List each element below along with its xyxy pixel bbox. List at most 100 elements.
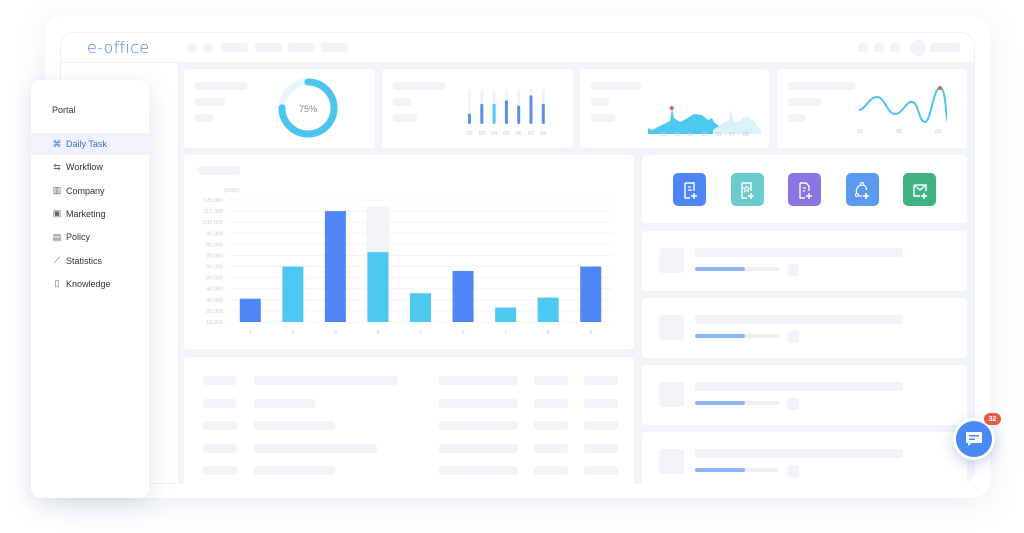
task-title-placeholder (695, 449, 903, 458)
task-thumbnail (659, 382, 684, 407)
bar-chart: (SGD)120,000110,000100,00090,00080,00070… (203, 188, 612, 336)
quick-actions-card (642, 155, 967, 223)
task-title-placeholder (695, 382, 903, 391)
menu-placeholder[interactable] (255, 43, 282, 52)
task-card[interactable] (642, 365, 967, 425)
area-axis-labels: 02 03 04 05 06 07 08 (660, 132, 760, 140)
peak-marker (938, 86, 942, 90)
star-doc-add-icon (741, 181, 754, 199)
mini-bar-label: 02 (466, 131, 472, 137)
header-action-placeholder[interactable] (890, 43, 900, 52)
wave-widget[interactable]: 03 06 09 (777, 69, 967, 148)
task-progress-fill (695, 267, 745, 271)
mini-bar-label: 05 (503, 131, 509, 137)
sidebar-item-statistics[interactable]: ⟋ Statistics (31, 250, 149, 272)
mini-bar-widget[interactable]: 02 03 04 05 06 07 08 (382, 69, 573, 148)
menu-placeholder[interactable] (321, 43, 348, 52)
table-cell-placeholder (203, 466, 237, 476)
top-bar: e-office (61, 33, 974, 63)
line-chart-icon: ⟋ (53, 255, 61, 265)
task-thumbnail (659, 315, 684, 340)
task-progress (695, 401, 779, 405)
chat-icon (966, 432, 982, 446)
sidebar-item-workflow[interactable]: ⇆ Workflow (31, 156, 149, 178)
mini-bar (504, 100, 508, 124)
mini-bar-label: 07 (528, 131, 534, 137)
area-axis-label: 08 (742, 132, 749, 138)
bar-6 (452, 270, 474, 322)
table-cell-placeholder (254, 443, 377, 453)
table-cell-placeholder (203, 421, 237, 431)
bar-8 (537, 297, 559, 322)
sidebar-item-company[interactable]: ▥ Company (31, 180, 149, 202)
new-document-button[interactable] (788, 173, 821, 206)
area-axis-label: 04 (687, 132, 694, 138)
bar-1 (239, 298, 261, 322)
donut-widget[interactable]: 75% (184, 69, 375, 148)
header-action-placeholder[interactable] (874, 43, 884, 52)
bar-3 (324, 211, 346, 322)
label-placeholder (195, 98, 225, 106)
table-cell-placeholder (203, 376, 237, 385)
sidebar-item-marketing[interactable]: ▣ Marketing (31, 203, 149, 225)
data-table-card (184, 357, 634, 487)
mini-bar-chart: 02 03 04 05 06 07 08 (466, 89, 546, 137)
sidebar-item-label: Knowledge (66, 278, 111, 289)
table-row[interactable] (184, 466, 634, 476)
y-tick-label: 90,000 (206, 231, 223, 237)
new-mail-button[interactable] (903, 173, 936, 206)
task-progress (695, 468, 779, 472)
document-icon: ▤ (52, 231, 62, 242)
header-action-placeholder[interactable] (858, 43, 868, 52)
new-favorite-doc-button[interactable] (730, 173, 764, 206)
sidebar-item-label: Policy (66, 232, 91, 243)
task-progress (695, 267, 779, 271)
avatar[interactable] (910, 40, 926, 56)
table-cell-placeholder (584, 398, 618, 408)
toolbar-placeholder[interactable] (187, 43, 197, 52)
label-placeholder (788, 98, 821, 106)
task-card[interactable] (642, 432, 967, 487)
user-name-placeholder[interactable] (930, 43, 960, 52)
page: e-office 75% 02 03 04 05 06 07 08 02 03 … (0, 0, 1024, 533)
table-cell-placeholder (439, 466, 518, 476)
sidebar-item-label: Company (66, 185, 105, 196)
table-cell-placeholder (584, 376, 618, 385)
app-logo[interactable]: e-office (87, 38, 149, 57)
task-progress-fill (695, 334, 745, 338)
task-card[interactable] (642, 298, 967, 358)
y-tick-label: 120,000 (203, 198, 223, 204)
x-tick-label: 8 (547, 330, 550, 336)
sidebar: Portal ⌘ Daily Task ⇆ Workflow ▥ Company ▣ Mark… (31, 80, 149, 498)
area-widget[interactable]: 02 03 04 05 06 07 08 (580, 69, 769, 148)
doc-add-icon (798, 181, 812, 199)
sidebar-item-daily-task[interactable]: ⌘ Daily Task (31, 133, 149, 155)
new-workflow-button[interactable] (673, 173, 706, 206)
bar-5 (410, 293, 431, 322)
bar-9 (580, 266, 602, 322)
sidebar-section-label: Portal (52, 105, 76, 115)
toolbar-placeholder[interactable] (203, 43, 213, 52)
menu-placeholder[interactable] (288, 43, 315, 52)
table-cell-placeholder (534, 421, 568, 431)
wave-axis-label: 06 (896, 129, 903, 135)
table-row[interactable] (184, 398, 634, 409)
y-tick-label: 100,000 (203, 220, 223, 226)
label-placeholder (591, 114, 615, 122)
peak-marker (669, 106, 674, 110)
table-row[interactable] (184, 443, 634, 454)
bar-2 (282, 266, 304, 322)
table-cell-placeholder (439, 376, 518, 385)
task-card[interactable] (642, 231, 967, 291)
menu-placeholder[interactable] (221, 43, 248, 52)
sidebar-item-policy[interactable]: ▤ Policy (31, 226, 149, 248)
revenue-chart-card: (SGD) 120,000 110,000 100,000 90,000 80,000 70… (184, 155, 634, 349)
task-thumbnail (659, 449, 684, 474)
new-process-button[interactable] (845, 173, 879, 206)
table-row[interactable] (184, 376, 634, 386)
sidebar-item-knowledge[interactable]: ▯ Knowledge (31, 273, 149, 295)
wave-chart (858, 86, 947, 124)
table-row[interactable] (184, 421, 634, 431)
x-tick-label: 6 (462, 330, 465, 336)
label-placeholder (788, 114, 806, 122)
